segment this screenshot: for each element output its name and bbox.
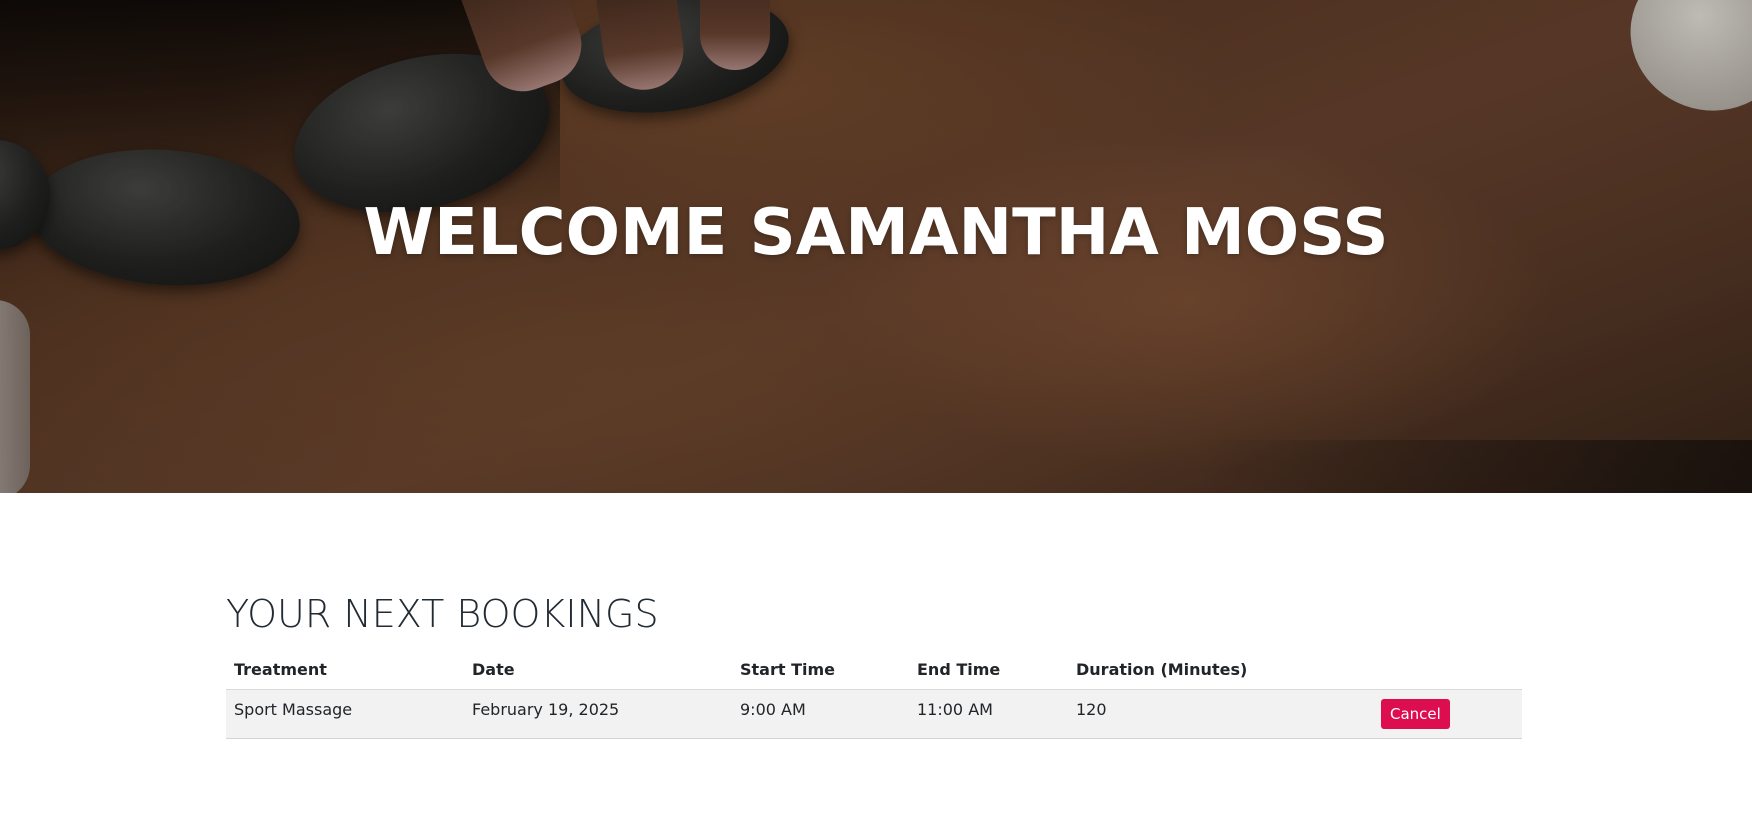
cell-duration: 120: [1068, 689, 1373, 739]
cancel-booking-button[interactable]: Cancel: [1381, 699, 1450, 729]
column-header-start-time: Start Time: [732, 652, 909, 690]
column-header-end-time: End Time: [909, 652, 1068, 690]
cell-date: February 19, 2025: [464, 689, 732, 739]
table-header-row: Treatment Date Start Time End Time Durat…: [226, 652, 1522, 690]
table-row: Sport Massage February 19, 2025 9:00 AM …: [226, 689, 1522, 739]
cell-actions: Cancel: [1373, 689, 1522, 739]
column-header-treatment: Treatment: [226, 652, 464, 690]
column-header-actions: [1373, 652, 1522, 690]
column-header-date: Date: [464, 652, 732, 690]
cell-treatment: Sport Massage: [226, 689, 464, 739]
cell-end-time: 11:00 AM: [909, 689, 1068, 739]
bookings-section: YOUR NEXT BOOKINGS Treatment Date Start …: [226, 590, 1522, 739]
column-header-duration: Duration (Minutes): [1068, 652, 1373, 690]
bookings-heading: YOUR NEXT BOOKINGS: [226, 592, 659, 636]
hero-banner: WELCOME SAMANTHA MOSS: [0, 0, 1752, 493]
page-title: WELCOME SAMANTHA MOSS: [363, 196, 1389, 270]
bookings-table: Treatment Date Start Time End Time Durat…: [226, 652, 1522, 739]
cell-start-time: 9:00 AM: [732, 689, 909, 739]
